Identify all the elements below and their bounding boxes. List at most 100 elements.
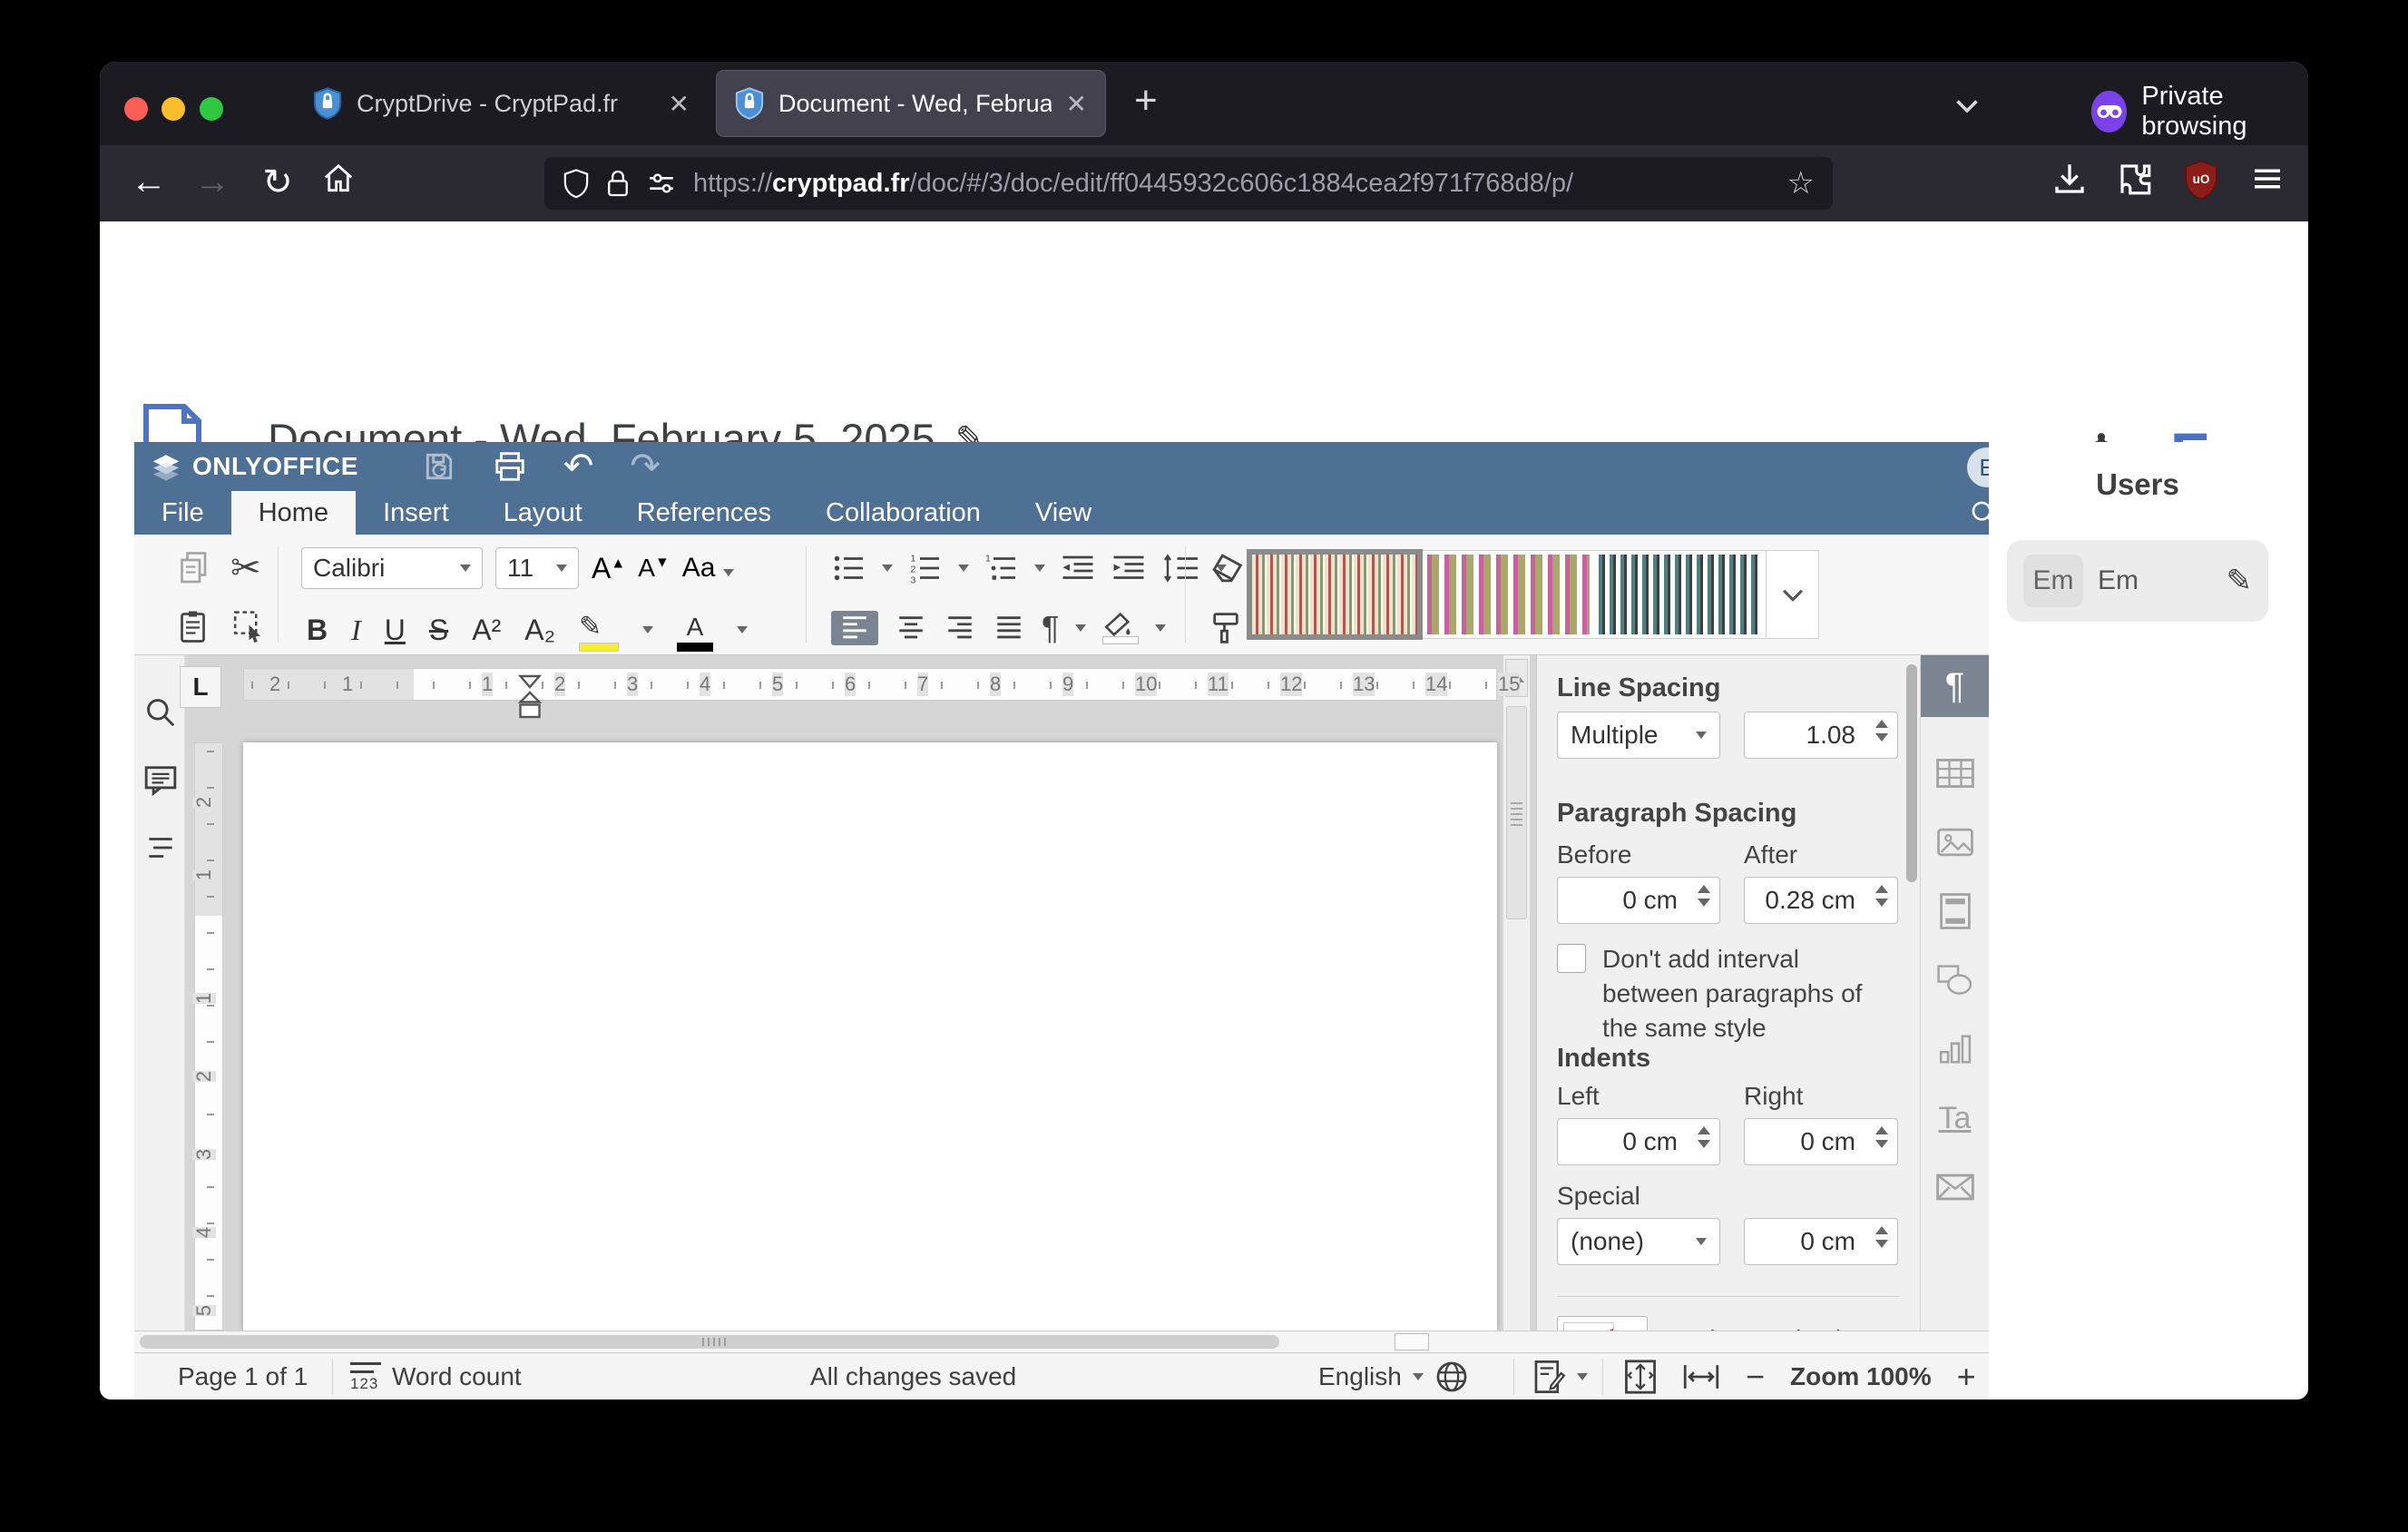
- mailmerge-settings-tab[interactable]: [1921, 1156, 1989, 1218]
- fit-width-button[interactable]: [1682, 1360, 1720, 1393]
- window-minimize-button[interactable]: [162, 97, 185, 121]
- indent-left-spinner[interactable]: 0 cm: [1557, 1118, 1720, 1165]
- style-preview-3[interactable]: [1597, 555, 1762, 634]
- chart-settings-tab[interactable]: [1921, 1018, 1989, 1080]
- image-settings-tab[interactable]: [1921, 811, 1989, 873]
- textart-settings-tab[interactable]: Ta: [1921, 1087, 1989, 1149]
- zoom-in-button[interactable]: +: [1957, 1358, 1976, 1396]
- highlight-color-button[interactable]: ✎: [579, 609, 619, 652]
- word-count-button[interactable]: 123 Word count: [350, 1353, 522, 1399]
- scroll-corner-box[interactable]: [1395, 1333, 1429, 1350]
- paragraph-marks-button[interactable]: ¶: [1042, 609, 1059, 647]
- indent-right-spinner[interactable]: 0 cm: [1744, 1118, 1898, 1165]
- tracking-shield-icon[interactable]: [563, 168, 590, 199]
- back-button[interactable]: ←: [127, 162, 171, 202]
- change-case-button[interactable]: Aa: [682, 553, 734, 584]
- vertical-scrollbar[interactable]: [1503, 655, 1530, 1331]
- v-ruler[interactable]: 2112345: [194, 742, 223, 1331]
- save-icon[interactable]: [422, 449, 456, 484]
- select-all-icon[interactable]: [230, 608, 265, 644]
- comments-icon[interactable]: [143, 764, 178, 797]
- permissions-icon[interactable]: [646, 168, 677, 199]
- line-spacing-select[interactable]: Multiple: [1557, 712, 1720, 759]
- h-ruler[interactable]: 21123456789101112131415: [243, 668, 1497, 701]
- style-preview-1[interactable]: [1252, 555, 1417, 634]
- navigation-headings-icon[interactable]: [143, 833, 178, 862]
- menu-view[interactable]: View: [1008, 491, 1119, 535]
- menu-references[interactable]: References: [610, 491, 798, 535]
- extensions-puzzle-icon[interactable]: [2116, 160, 2154, 198]
- window-zoom-button[interactable]: [200, 97, 223, 121]
- reload-button[interactable]: ↻: [256, 162, 299, 203]
- horizontal-scroll-thumb[interactable]: [140, 1335, 1279, 1349]
- underline-button[interactable]: U: [385, 614, 406, 647]
- menu-insert[interactable]: Insert: [356, 491, 476, 535]
- subscript-button[interactable]: A₂: [524, 614, 555, 647]
- spacing-before-spinner[interactable]: 0 cm: [1557, 877, 1720, 924]
- align-center-button[interactable]: [895, 613, 927, 643]
- url-text[interactable]: https://cryptpad.fr/doc/#/3/doc/edit/ff0…: [693, 169, 1771, 199]
- globe-icon[interactable]: [1434, 1360, 1469, 1394]
- bullet-list-button[interactable]: [831, 552, 867, 584]
- tab-cryptdrive[interactable]: CryptDrive - CryptPad.fr ✕: [295, 71, 708, 136]
- vertical-scroll-thumb[interactable]: [1506, 706, 1527, 919]
- tab-close-icon[interactable]: ✕: [669, 89, 690, 119]
- list-tabs-chevron-icon[interactable]: [1951, 89, 1983, 122]
- tab-stop-selector[interactable]: L: [180, 666, 221, 708]
- decrement-font-button[interactable]: A▼: [638, 554, 670, 583]
- url-bar[interactable]: https://cryptpad.fr/doc/#/3/doc/edit/ff0…: [544, 157, 1833, 210]
- menu-collaboration[interactable]: Collaboration: [798, 491, 1008, 535]
- paragraph-shading-button[interactable]: [1102, 613, 1139, 644]
- edit-user-pencil-icon[interactable]: ✎: [2227, 563, 2253, 599]
- window-close-button[interactable]: [124, 97, 148, 121]
- horizontal-scrollbar[interactable]: [134, 1331, 1989, 1352]
- spacing-after-spinner[interactable]: 0.28 cm: [1744, 877, 1898, 924]
- document-page[interactable]: [243, 742, 1497, 1331]
- increase-indent-button[interactable]: [1111, 552, 1147, 584]
- undo-icon[interactable]: ↶: [563, 446, 594, 487]
- table-settings-tab[interactable]: [1921, 742, 1989, 804]
- superscript-button[interactable]: A²: [472, 614, 501, 647]
- numbered-list-button[interactable]: 123: [907, 552, 944, 584]
- menu-home[interactable]: Home: [231, 491, 356, 535]
- menu-layout[interactable]: Layout: [476, 491, 610, 535]
- line-spacing-value-spinner[interactable]: 1.08: [1744, 712, 1898, 759]
- decrease-indent-button[interactable]: [1060, 552, 1096, 584]
- ublock-origin-icon[interactable]: uO: [2182, 160, 2220, 200]
- strikethrough-button[interactable]: S: [429, 614, 448, 647]
- menu-hamburger-icon[interactable]: [2248, 160, 2286, 198]
- increment-font-button[interactable]: A▲: [592, 552, 625, 585]
- home-button[interactable]: [321, 162, 365, 196]
- page-indicator[interactable]: Page 1 of 1: [178, 1353, 308, 1399]
- track-changes-button[interactable]: [1533, 1353, 1588, 1399]
- bold-button[interactable]: B: [307, 614, 328, 647]
- user-card[interactable]: Em Em ✎: [2007, 540, 2268, 622]
- downloads-icon[interactable]: [2051, 160, 2089, 198]
- tab-document-active[interactable]: Document - Wed, February 5, 20 ✕: [717, 71, 1105, 136]
- panel-scrollbar[interactable]: [1906, 664, 1917, 882]
- bookmark-star-icon[interactable]: ☆: [1787, 165, 1815, 201]
- special-value-spinner[interactable]: 0 cm: [1744, 1218, 1898, 1265]
- fit-page-button[interactable]: [1624, 1359, 1657, 1395]
- font-name-select[interactable]: Calibri: [301, 547, 483, 589]
- indent-marker[interactable]: [516, 674, 543, 722]
- copy-style-button[interactable]: [1209, 610, 1243, 646]
- background-color-swatch[interactable]: [1557, 1316, 1648, 1331]
- italic-button[interactable]: I: [351, 614, 361, 647]
- font-size-select[interactable]: 11: [495, 547, 579, 589]
- line-spacing-button[interactable]: [1161, 552, 1201, 584]
- new-tab-button[interactable]: +: [1134, 78, 1158, 123]
- cut-icon[interactable]: ✂: [230, 547, 261, 589]
- clear-style-button[interactable]: [1209, 551, 1245, 585]
- print-icon[interactable]: [493, 449, 527, 484]
- styles-gallery-expand[interactable]: [1766, 551, 1818, 638]
- tab-close-icon[interactable]: ✕: [1066, 89, 1087, 119]
- justify-button[interactable]: [993, 613, 1025, 643]
- lock-icon[interactable]: [606, 168, 630, 199]
- font-color-button[interactable]: A: [677, 609, 713, 652]
- interval-checkbox[interactable]: [1557, 944, 1586, 973]
- menu-file[interactable]: File: [134, 491, 231, 535]
- zoom-level[interactable]: Zoom 100%: [1790, 1362, 1932, 1391]
- multilevel-list-button[interactable]: 1: [984, 552, 1020, 584]
- align-left-button[interactable]: [831, 611, 878, 645]
